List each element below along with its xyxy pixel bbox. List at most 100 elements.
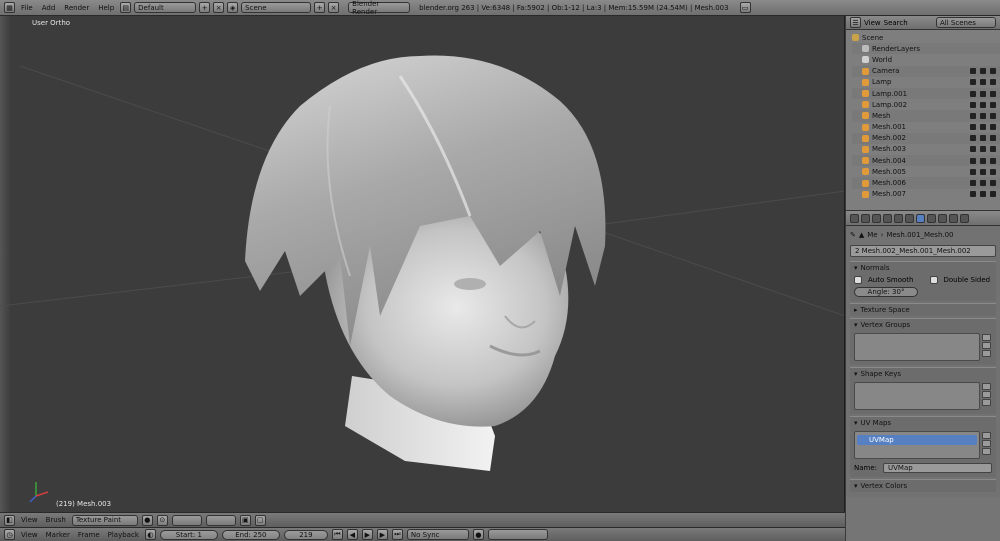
list-item[interactable]: World [852,54,1000,65]
menu-render[interactable]: Render [61,4,92,12]
scene-close-icon[interactable]: × [328,2,340,13]
editor-type-icon[interactable]: ☰ [850,17,861,28]
auto-smooth-checkbox[interactable] [854,276,862,284]
panel-header[interactable]: ▾ Vertex Colors [850,480,996,492]
visibility-toggles[interactable] [970,135,996,142]
physics-tab-icon[interactable] [960,213,969,223]
menu-frame[interactable]: Frame [76,531,102,539]
jump-end-icon[interactable]: ⏭ [391,529,403,540]
end-frame-field[interactable]: End: 250 [221,529,280,540]
pivot-icon[interactable]: ⊙ [156,514,168,526]
panel-header[interactable]: ▾ Vertex Groups [850,319,996,331]
pin-icon[interactable]: ✎ [850,231,856,239]
list-item[interactable]: Mesh [852,110,1000,122]
list-item[interactable]: Mesh.005 [852,166,1000,177]
display-mode-select[interactable]: All Scenes [936,17,996,28]
visibility-toggles[interactable] [970,68,996,75]
window-icon[interactable]: ▭ [739,2,751,13]
visibility-toggles[interactable] [970,168,996,175]
visibility-toggles[interactable] [970,124,996,131]
menu-file[interactable]: File [18,4,36,12]
lock-icon[interactable]: ▣ [239,514,251,526]
editor-type-icon[interactable]: ◷ [4,529,15,540]
list-item[interactable]: Lamp.001 [852,87,1000,100]
layout-close-icon[interactable]: × [213,2,225,13]
menu-brush[interactable]: Brush [44,516,68,524]
layout-select[interactable]: Default [134,2,197,13]
list-item[interactable]: Mesh.002 [852,132,1000,144]
list-item[interactable]: Lamp [852,77,1000,88]
list-item[interactable]: Mesh.004 [852,155,1000,167]
editor-type-icon[interactable]: ▦ [4,2,15,13]
visibility-toggles[interactable] [970,157,996,164]
render-preview-icon[interactable]: ▢ [254,514,266,526]
record-icon[interactable]: ● [472,529,484,540]
visibility-toggles[interactable] [970,79,996,86]
angle-field[interactable]: Angle: 30° [854,287,918,297]
menu-view[interactable]: View [19,516,40,524]
editor-type-icon[interactable]: ◧ [4,514,15,526]
double-sided-checkbox[interactable] [929,276,938,284]
shape-key-list[interactable] [854,382,991,410]
layer-buttons-b[interactable] [205,514,236,526]
object-tab-icon[interactable] [883,213,892,223]
menu-search[interactable]: Search [884,19,908,27]
menu-view[interactable]: View [19,531,40,539]
list-item[interactable]: Scene [852,32,1000,43]
list-item[interactable]: Lamp.002 [852,99,1000,110]
menu-playback[interactable]: Playback [106,531,141,539]
visibility-toggles[interactable] [970,180,996,187]
scene-tab-icon[interactable] [861,213,870,223]
visibility-toggles[interactable] [970,90,996,97]
keying-set-select[interactable] [487,529,548,540]
panel-header[interactable]: ▾ UV Maps [850,417,996,429]
world-tab-icon[interactable] [872,213,881,223]
render-engine-select[interactable]: Blender Render [348,0,411,16]
list-item[interactable]: Mesh.001 [852,122,1000,133]
list-item[interactable]: RenderLayers [852,43,1000,55]
list-item[interactable]: Mesh.006 [852,177,1000,189]
prev-key-icon[interactable]: ◀ [346,529,358,540]
material-tab-icon[interactable] [927,213,936,223]
uv-name-field[interactable]: UVMap [883,463,992,473]
visibility-toggles[interactable] [970,101,996,108]
layer-buttons-a[interactable] [171,514,202,526]
visibility-toggles[interactable] [970,146,996,153]
current-frame-field[interactable]: 219 [283,529,328,540]
mesh-data-tab-icon[interactable] [916,213,925,223]
panel-header[interactable]: ▾ Shape Keys [850,368,996,380]
start-frame-field[interactable]: Start: 1 [159,529,218,540]
layout-add-icon[interactable]: + [199,2,211,13]
list-item[interactable]: UVMap [857,435,977,445]
sync-select[interactable]: No Sync [406,529,469,540]
next-key-icon[interactable]: ▶ [376,529,388,540]
list-controls[interactable] [982,432,991,456]
shading-icon[interactable]: ● [141,514,153,526]
panel-header[interactable]: ▾ Normals [850,262,996,274]
list-item[interactable]: Mesh.003 [852,144,1000,155]
menu-view[interactable]: View [864,19,881,27]
constraints-tab-icon[interactable] [894,213,903,223]
list-item[interactable]: Camera [852,65,1000,77]
scene-add-icon[interactable]: + [314,2,326,13]
3d-viewport[interactable]: User Ortho (219) Mesh.003 [0,16,845,512]
visibility-toggles[interactable] [970,191,996,198]
texture-tab-icon[interactable] [938,213,947,223]
particles-tab-icon[interactable] [949,213,958,223]
list-item[interactable]: Mesh.007 [852,189,1000,200]
vertex-group-list[interactable] [854,333,991,361]
visibility-toggles[interactable] [970,112,996,119]
render-tab-icon[interactable] [850,213,859,223]
preview-range-icon[interactable]: ◐ [144,529,156,540]
uv-map-list[interactable]: UVMap [854,431,991,459]
jump-start-icon[interactable]: ⏮ [331,529,343,540]
menu-help[interactable]: Help [95,4,117,12]
play-icon[interactable]: ▶ [361,529,373,540]
scene-select[interactable]: Scene [241,2,312,13]
modifiers-tab-icon[interactable] [905,213,914,223]
list-controls[interactable] [982,334,991,358]
mesh-datablock-field[interactable]: 2 Mesh.002_Mesh.001_Mesh.002 [850,245,996,257]
menu-add[interactable]: Add [39,4,59,12]
mode-select[interactable]: Texture Paint [71,514,138,526]
list-controls[interactable] [982,383,991,407]
